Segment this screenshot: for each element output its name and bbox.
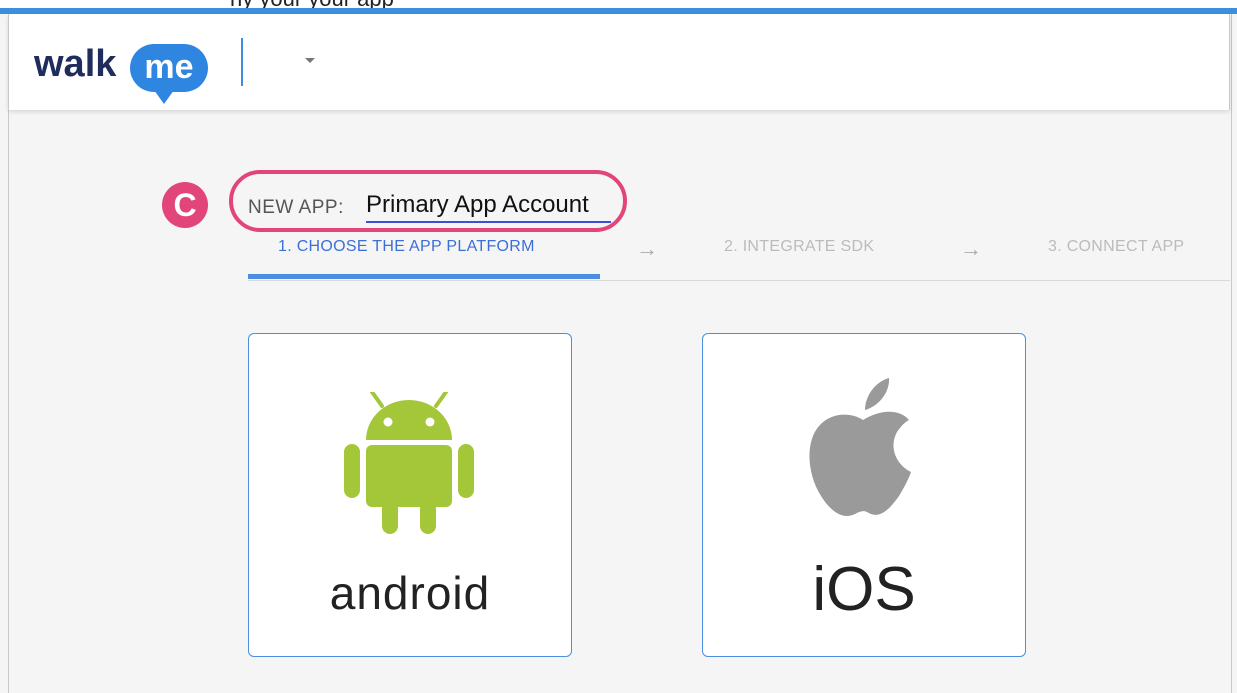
app-header: walk me [8,14,1230,110]
active-step-underline [248,274,600,279]
app-name-field[interactable] [366,191,611,223]
ios-label: iOS [812,555,916,624]
new-app-label: NEW APP: [248,197,344,218]
annotation-badge: C [162,182,208,228]
step-tabs: 1. CHOOSE THE APP PLATFORM → 2. INTEGRAT… [248,230,1230,281]
step-connect-app[interactable]: 3. CONNECT APP [1048,238,1184,256]
header-divider [241,38,243,86]
step-choose-platform[interactable]: 1. CHOOSE THE APP PLATFORM [278,238,535,256]
logo-text-me: me [144,48,193,86]
logo-text-walk: walk [34,43,117,85]
apple-icon [809,378,911,516]
arrow-right-icon: → [636,236,658,261]
chevron-down-icon[interactable] [305,58,315,63]
android-label: android [329,567,491,619]
platform-card-ios[interactable]: iOS [702,333,1026,657]
platform-card-android[interactable]: android [248,333,572,657]
step-integrate-sdk[interactable]: 2. INTEGRATE SDK [724,238,874,256]
arrow-right-icon: → [960,236,982,261]
walkme-logo[interactable]: walk me [34,32,224,117]
android-robot-icon [344,392,474,534]
